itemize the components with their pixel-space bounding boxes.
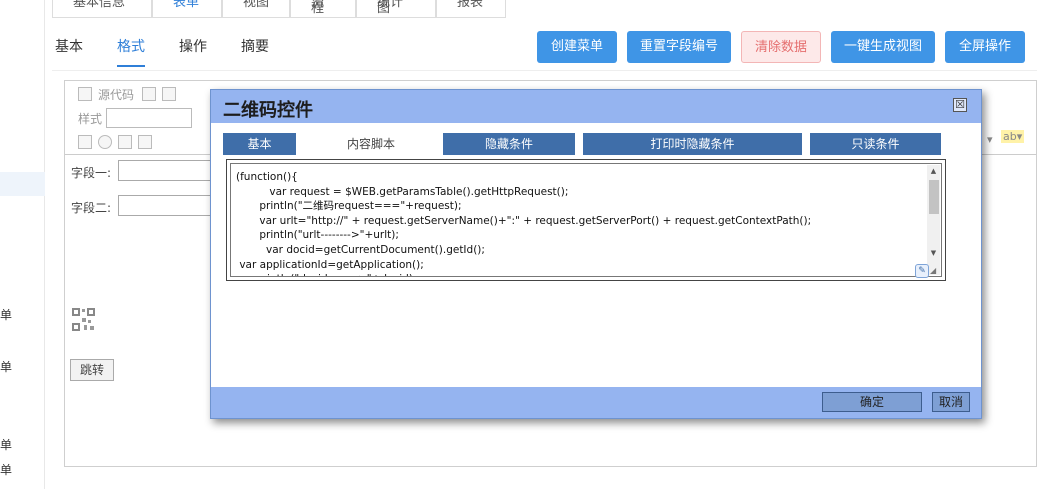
reset-field-numbers-button[interactable]: 重置字段编号 xyxy=(627,31,731,63)
script-edit-icon[interactable]: ✎ xyxy=(915,264,929,278)
style-label: 样式 xyxy=(78,111,103,126)
script-textarea[interactable]: (function(){ var request = $WEB.getParam… xyxy=(230,163,942,277)
ok-button[interactable]: 确定 xyxy=(822,392,922,412)
sidebar-item-label[interactable]: 单 xyxy=(0,358,12,375)
editor-toolbar-row1: 源代码 xyxy=(78,83,182,105)
dropdown-arrow-icon[interactable]: ▾ xyxy=(987,133,993,146)
cancel-button[interactable]: 取消 xyxy=(932,392,970,412)
tab-basic-info[interactable]: 基本信息 xyxy=(52,0,152,18)
field1-label: 字段一: xyxy=(71,166,112,180)
sidebar-item-label[interactable]: 单 xyxy=(0,461,12,478)
left-sidebar: 单 单 单 单 xyxy=(0,0,45,489)
highlight-color-icon[interactable]: ab▾ xyxy=(1001,130,1025,143)
clear-data-button[interactable]: 清除数据 xyxy=(741,31,821,63)
dialog-tab-content-script[interactable]: 内容脚本 xyxy=(304,133,438,155)
sub-tabs: 基本 格式 操作 摘要 xyxy=(55,36,303,67)
subtab-summary[interactable]: 摘要 xyxy=(241,36,269,67)
field1-input[interactable] xyxy=(118,160,218,181)
script-editor-frame: (function(){ var request = $WEB.getParam… xyxy=(226,159,946,281)
tab-view[interactable]: 视图 xyxy=(222,0,290,18)
dialog-title: 二维码控件 xyxy=(223,100,313,121)
scroll-down-icon[interactable]: ▼ xyxy=(927,247,940,260)
dialog-footer: 确定 取消 xyxy=(211,387,981,418)
divider xyxy=(52,70,1037,71)
style-select[interactable] xyxy=(106,108,193,128)
textfield-icon[interactable] xyxy=(118,135,132,149)
qrcode-control-dialog: 二维码控件 ☒ 基本 内容脚本 隐藏条件 打印时隐藏条件 只读条件 (funct… xyxy=(210,89,982,419)
document-icon[interactable] xyxy=(142,87,157,101)
subtab-basic[interactable]: 基本 xyxy=(55,36,83,67)
editor-toolbar-row3 xyxy=(78,131,158,153)
tab-form[interactable]: 表单 xyxy=(152,0,222,18)
vertical-scrollbar[interactable]: ▲ ▼ xyxy=(927,165,940,275)
radio-icon[interactable] xyxy=(98,135,112,149)
tab-chart[interactable]: 统计图 xyxy=(356,0,436,18)
resize-handle-icon[interactable]: ◢ xyxy=(930,266,938,275)
close-icon[interactable]: ☒ xyxy=(953,98,967,112)
checkbox-icon[interactable] xyxy=(78,135,92,149)
sidebar-selected-item[interactable] xyxy=(0,172,45,196)
action-button-bar: 创建菜单 重置字段编号 清除数据 一键生成视图 全屏操作 xyxy=(537,31,1035,63)
source-code-icon[interactable] xyxy=(78,87,92,101)
generate-view-button[interactable]: 一键生成视图 xyxy=(831,31,935,63)
field2-label: 字段二: xyxy=(71,201,112,215)
subtab-operation[interactable]: 操作 xyxy=(179,36,207,67)
jump-button[interactable]: 跳转 xyxy=(70,359,114,381)
preview-icon[interactable] xyxy=(162,87,177,101)
script-code[interactable]: (function(){ var request = $WEB.getParam… xyxy=(236,170,811,276)
dialog-tab-print-hide-condition[interactable]: 打印时隐藏条件 xyxy=(583,133,802,155)
subtab-format[interactable]: 格式 xyxy=(117,36,145,67)
editor-toolbar-row2: 样式 xyxy=(78,107,193,129)
scrollbar-thumb[interactable] xyxy=(929,180,939,214)
dialog-tab-readonly-condition[interactable]: 只读条件 xyxy=(810,133,941,155)
source-code-button[interactable]: 源代码 xyxy=(98,86,134,103)
tab-flow[interactable]: 流程 xyxy=(290,0,356,18)
create-menu-button[interactable]: 创建菜单 xyxy=(537,31,617,63)
dialog-tab-hide-condition[interactable]: 隐藏条件 xyxy=(443,133,575,155)
sidebar-item-label[interactable]: 单 xyxy=(0,436,12,453)
scroll-up-icon[interactable]: ▲ xyxy=(927,165,940,178)
fullscreen-button[interactable]: 全屏操作 xyxy=(945,31,1025,63)
textarea-icon[interactable] xyxy=(138,135,152,149)
field2-input[interactable] xyxy=(118,195,218,216)
dialog-tab-basic[interactable]: 基本 xyxy=(223,133,296,155)
top-tabs: 基本信息 表单 视图 流程 统计图 报表 xyxy=(52,0,506,18)
right-toolbar-fragment: ▾ ab▾ xyxy=(983,120,1037,150)
sidebar-item-label[interactable]: 单 xyxy=(0,306,12,323)
qrcode-icon[interactable] xyxy=(71,307,96,332)
tab-report[interactable]: 报表 xyxy=(436,0,506,18)
dialog-header: 二维码控件 ☒ xyxy=(211,90,981,123)
